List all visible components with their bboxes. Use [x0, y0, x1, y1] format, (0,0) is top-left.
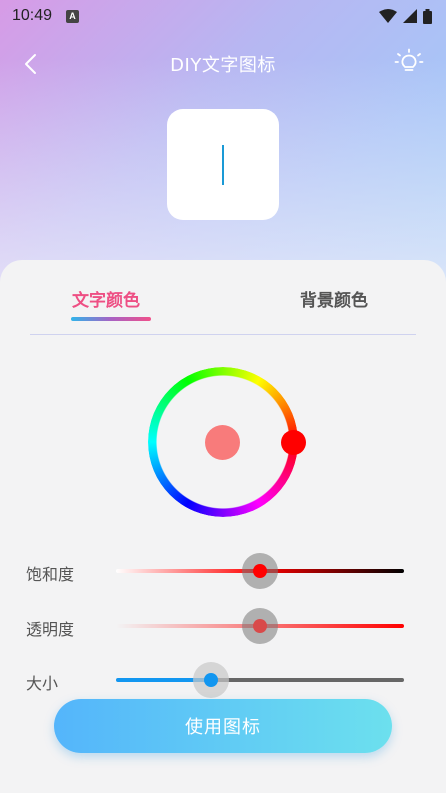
status-bar: 10:49 A — [0, 0, 446, 32]
color-wheel-handle[interactable] — [281, 430, 306, 455]
wifi-icon — [379, 9, 397, 23]
signal-icon — [403, 9, 417, 23]
preview-text-cursor — [222, 144, 224, 185]
notification-icon: A — [66, 9, 80, 23]
icon-preview — [167, 109, 279, 220]
back-arrow-icon[interactable] — [18, 50, 46, 78]
lightbulb-icon[interactable] — [394, 48, 424, 78]
tab-text-color[interactable]: 文字颜色 — [72, 286, 140, 311]
opacity-thumb-dot — [253, 619, 267, 633]
saturation-thumb[interactable] — [242, 553, 278, 589]
tab-background-color[interactable]: 背景颜色 — [300, 286, 368, 311]
opacity-thumb[interactable] — [242, 608, 278, 644]
app-bar: DIY文字图标 — [0, 44, 446, 84]
opacity-slider[interactable] — [116, 608, 404, 644]
status-icons — [379, 8, 432, 24]
battery-icon — [423, 8, 432, 24]
size-label: 大小 — [26, 674, 59, 693]
color-preview-dot — [205, 425, 240, 460]
saturation-thumb-dot — [253, 564, 267, 578]
saturation-label: 饱和度 — [26, 565, 75, 584]
size-thumb[interactable] — [193, 662, 230, 698]
active-tab-indicator — [71, 317, 151, 321]
opacity-label: 透明度 — [26, 620, 75, 639]
page-title: DIY文字图标 — [170, 55, 276, 76]
use-icon-button[interactable]: 使用图标 — [54, 699, 392, 753]
saturation-slider[interactable] — [116, 553, 404, 589]
size-slider[interactable] — [116, 662, 404, 698]
status-time: 10:49 — [12, 7, 53, 24]
tab-divider — [30, 334, 416, 335]
color-wheel[interactable] — [148, 367, 306, 517]
size-thumb-dot — [204, 673, 219, 687]
size-track — [116, 678, 404, 682]
